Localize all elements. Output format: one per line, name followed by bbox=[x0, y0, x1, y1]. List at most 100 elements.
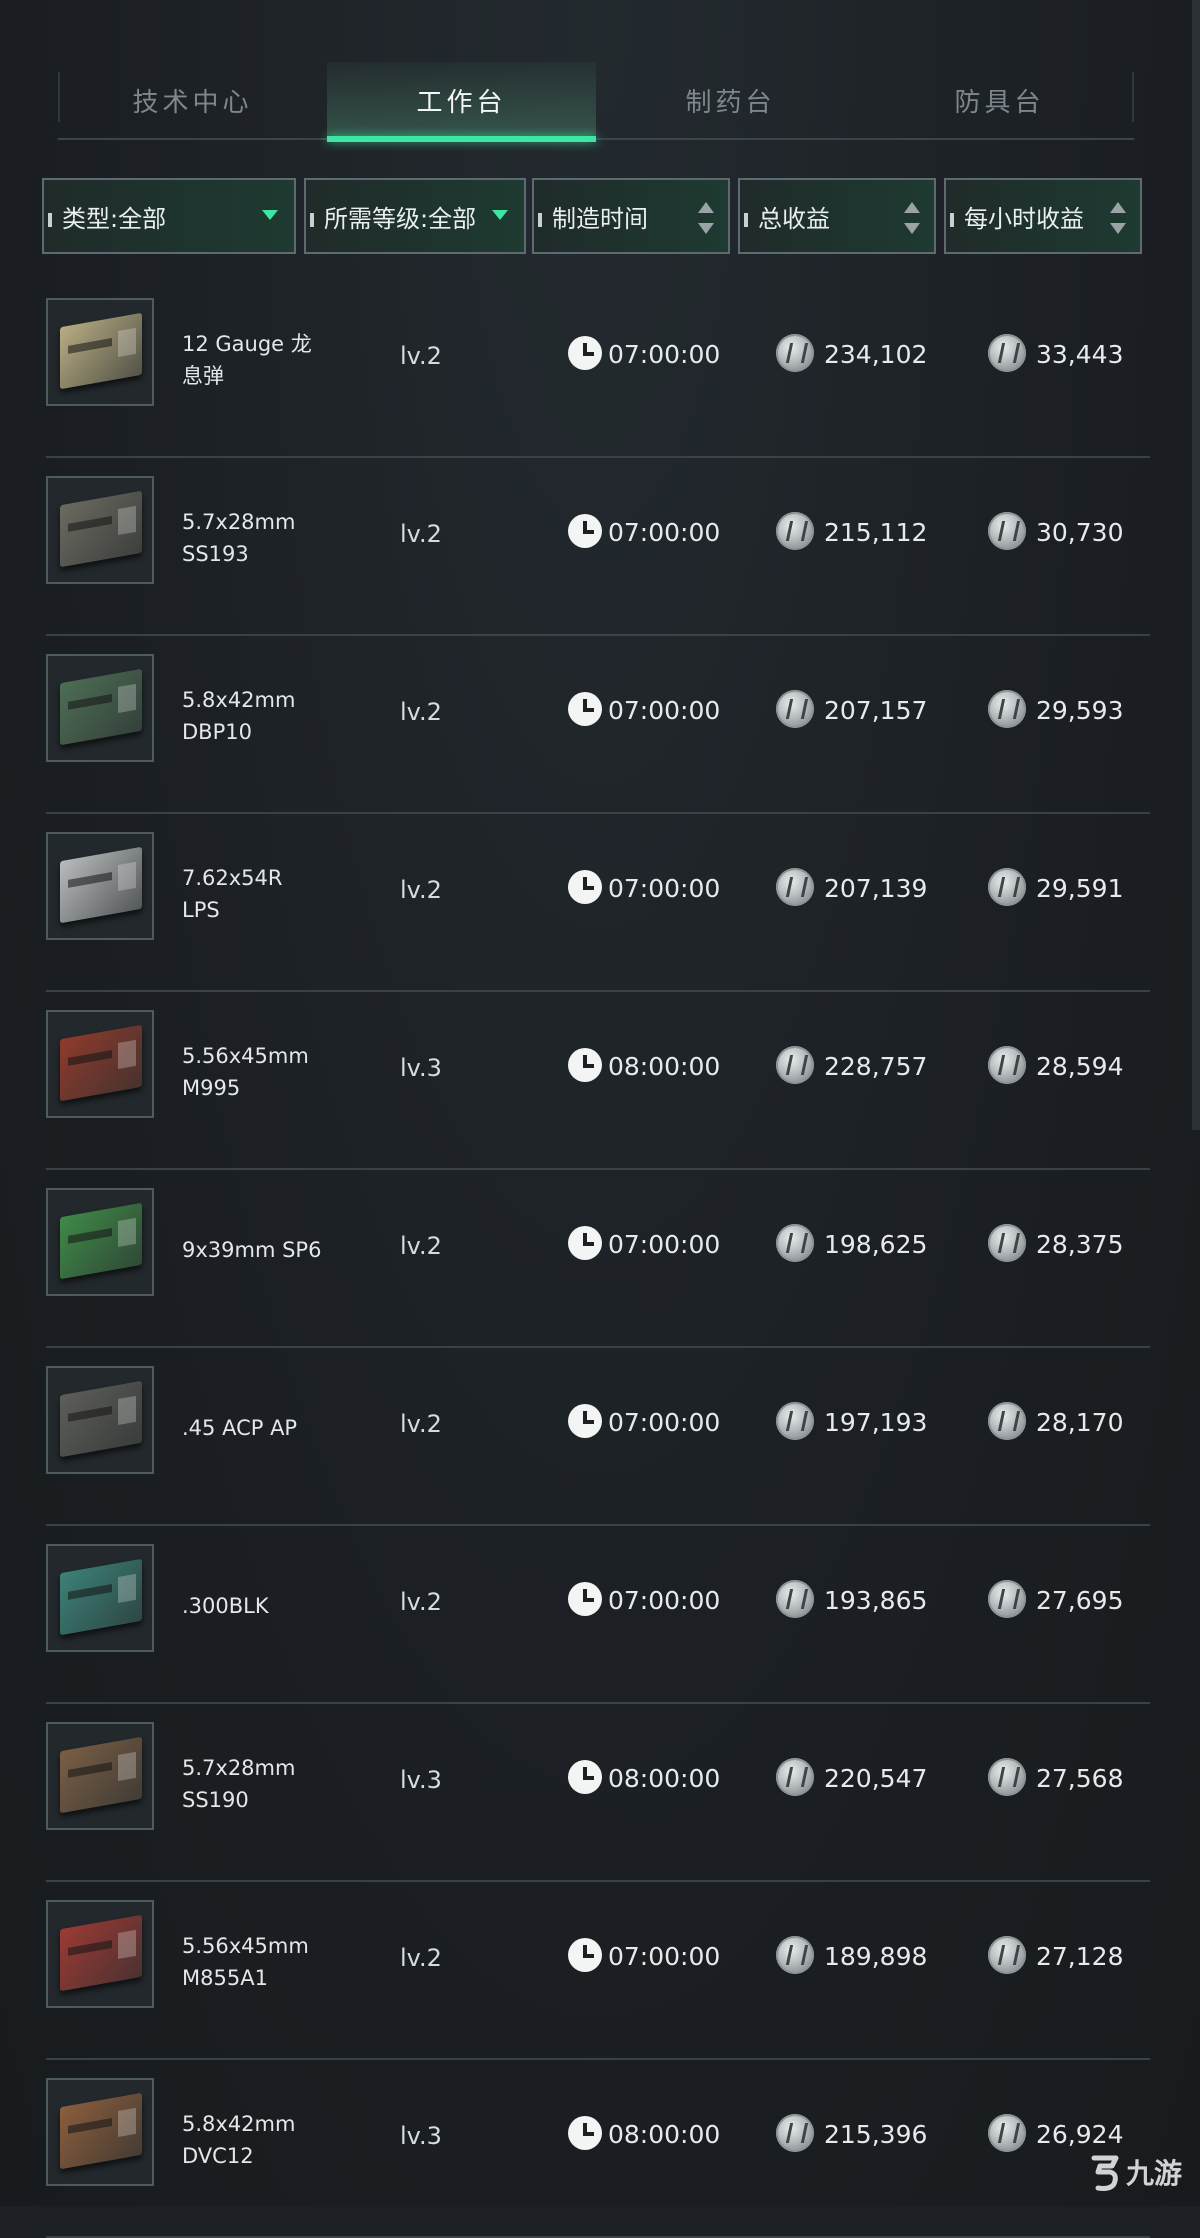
recipe-row[interactable]: .300BLK lv.2 07:00:00 193,865 27,695 bbox=[46, 1526, 1150, 1704]
craft-time: 08:00:00 bbox=[608, 2120, 721, 2149]
item-name: 12 Gauge 龙 息弹 bbox=[182, 332, 312, 388]
total-profit: 193,865 bbox=[824, 1586, 928, 1615]
craft-time: 08:00:00 bbox=[608, 1764, 721, 1793]
clock-icon bbox=[568, 1582, 602, 1616]
coin-icon bbox=[776, 1580, 814, 1618]
ammo-box-icon bbox=[46, 654, 154, 762]
item-name: 9x39mm SP6 bbox=[182, 1238, 322, 1262]
hourly-profit: 26,924 bbox=[1036, 2120, 1124, 2149]
total-profit: 198,625 bbox=[824, 1230, 928, 1259]
coin-icon bbox=[988, 1402, 1026, 1440]
recipe-row[interactable]: 5.8x42mm DBP10 lv.2 07:00:00 207,157 29,… bbox=[46, 636, 1150, 814]
coin-icon bbox=[988, 1936, 1026, 1974]
total-profit: 207,139 bbox=[824, 874, 928, 903]
ammo-box-icon bbox=[46, 1366, 154, 1474]
required-level: lv.2 bbox=[400, 698, 442, 726]
total-profit: 234,102 bbox=[824, 340, 928, 369]
hourly-profit: 30,730 bbox=[1036, 518, 1124, 547]
required-level: lv.3 bbox=[400, 1766, 442, 1794]
sort-icon bbox=[1110, 202, 1126, 234]
hourly-profit-label: 每小时收益 bbox=[964, 204, 1084, 233]
total-profit: 215,112 bbox=[824, 518, 928, 547]
item-name: 5.8x42mm DVC12 bbox=[182, 2112, 296, 2168]
required-level: lv.3 bbox=[400, 1054, 442, 1082]
sort-total-profit-button[interactable]: 总收益 bbox=[738, 178, 936, 254]
recipe-row[interactable]: 5.8x42mm DVC12 lv.3 08:00:00 215,396 26,… bbox=[46, 2060, 1150, 2238]
total-profit: 220,547 bbox=[824, 1764, 928, 1793]
required-level: lv.2 bbox=[400, 876, 442, 904]
item-name: 5.7x28mm SS190 bbox=[182, 1756, 296, 1812]
tab-armor-bench[interactable]: 防具台 bbox=[865, 62, 1134, 138]
coin-icon bbox=[776, 1936, 814, 1974]
recipe-row[interactable]: 7.62x54R LPS lv.2 07:00:00 207,139 29,59… bbox=[46, 814, 1150, 992]
recipe-row[interactable]: 9x39mm SP6 lv.2 07:00:00 198,625 28,375 bbox=[46, 1170, 1150, 1348]
clock-icon bbox=[568, 336, 602, 370]
recipe-row[interactable]: 5.56x45mm M995 lv.3 08:00:00 228,757 28,… bbox=[46, 992, 1150, 1170]
recipe-row[interactable]: 5.7x28mm SS190 lv.3 08:00:00 220,547 27,… bbox=[46, 1704, 1150, 1882]
item-name: .45 ACP AP bbox=[182, 1416, 298, 1440]
chevron-down-icon bbox=[492, 210, 508, 220]
tab-pharmacy[interactable]: 制药台 bbox=[596, 62, 865, 138]
required-level: lv.3 bbox=[400, 2122, 442, 2150]
item-name: 5.56x45mm M995 bbox=[182, 1044, 309, 1100]
hourly-profit: 29,593 bbox=[1036, 696, 1124, 725]
total-profit: 215,396 bbox=[824, 2120, 928, 2149]
craft-time: 07:00:00 bbox=[608, 1230, 721, 1259]
recipe-row[interactable]: 12 Gauge 龙 息弹 lv.2 07:00:00 234,102 33,4… bbox=[46, 280, 1150, 458]
clock-icon bbox=[568, 1404, 602, 1438]
item-name: 7.62x54R LPS bbox=[182, 866, 283, 922]
hourly-profit: 27,568 bbox=[1036, 1764, 1124, 1793]
hourly-profit: 28,375 bbox=[1036, 1230, 1124, 1259]
required-level: lv.2 bbox=[400, 1232, 442, 1260]
craft-time-label: 制造时间 bbox=[552, 204, 648, 233]
type-filter-label: 类型:全部 bbox=[62, 204, 167, 233]
craft-time: 07:00:00 bbox=[608, 1408, 721, 1437]
ammo-box-icon bbox=[46, 1722, 154, 1830]
tab-tech-center[interactable]: 技术中心 bbox=[58, 62, 327, 138]
type-filter-dropdown[interactable]: 类型:全部 bbox=[42, 178, 296, 254]
tab-label: 防具台 bbox=[954, 87, 1045, 118]
sort-icon bbox=[698, 202, 714, 234]
level-filter-dropdown[interactable]: 所需等级:全部 bbox=[304, 178, 526, 254]
clock-icon bbox=[568, 514, 602, 548]
clock-icon bbox=[568, 870, 602, 904]
ammo-box-icon bbox=[46, 1010, 154, 1118]
craft-time: 07:00:00 bbox=[608, 874, 721, 903]
ammo-box-icon bbox=[46, 1900, 154, 2008]
tab-label: 制药台 bbox=[685, 87, 776, 118]
craft-time: 07:00:00 bbox=[608, 518, 721, 547]
recipe-row[interactable]: .45 ACP AP lv.2 07:00:00 197,193 28,170 bbox=[46, 1348, 1150, 1526]
level-filter-label: 所需等级:全部 bbox=[324, 204, 477, 233]
item-name: 5.8x42mm DBP10 bbox=[182, 688, 296, 744]
sort-hourly-profit-button[interactable]: 每小时收益 bbox=[944, 178, 1142, 254]
hourly-profit: 27,695 bbox=[1036, 1586, 1124, 1615]
tab-workbench[interactable]: 工作台 bbox=[327, 62, 596, 142]
recipe-row[interactable]: 5.7x28mm SS193 lv.2 07:00:00 215,112 30,… bbox=[46, 458, 1150, 636]
coin-icon bbox=[776, 2114, 814, 2152]
craft-time: 08:00:00 bbox=[608, 1052, 721, 1081]
craft-time: 07:00:00 bbox=[608, 1942, 721, 1971]
watermark: 九游 bbox=[1088, 2152, 1182, 2192]
required-level: lv.2 bbox=[400, 1410, 442, 1438]
coin-icon bbox=[776, 512, 814, 550]
total-profit: 228,757 bbox=[824, 1052, 928, 1081]
total-profit-label: 总收益 bbox=[758, 204, 830, 233]
coin-icon bbox=[988, 868, 1026, 906]
ammo-box-icon bbox=[46, 1544, 154, 1652]
sort-craft-time-button[interactable]: 制造时间 bbox=[532, 178, 730, 254]
scrollbar[interactable] bbox=[1192, 0, 1200, 1130]
required-level: lv.2 bbox=[400, 1588, 442, 1616]
ammo-box-icon bbox=[46, 832, 154, 940]
chevron-down-icon bbox=[262, 210, 278, 220]
clock-icon bbox=[568, 1048, 602, 1082]
sort-icon bbox=[904, 202, 920, 234]
required-level: lv.2 bbox=[400, 520, 442, 548]
recipe-row[interactable]: 5.56x45mm M855A1 lv.2 07:00:00 189,898 2… bbox=[46, 1882, 1150, 2060]
hourly-profit: 28,170 bbox=[1036, 1408, 1124, 1437]
clock-icon bbox=[568, 2116, 602, 2150]
ammo-box-icon bbox=[46, 298, 154, 406]
coin-icon bbox=[988, 334, 1026, 372]
ammo-box-icon bbox=[46, 476, 154, 584]
tab-label: 技术中心 bbox=[132, 87, 253, 118]
watermark-text: 九游 bbox=[1125, 2157, 1182, 2190]
